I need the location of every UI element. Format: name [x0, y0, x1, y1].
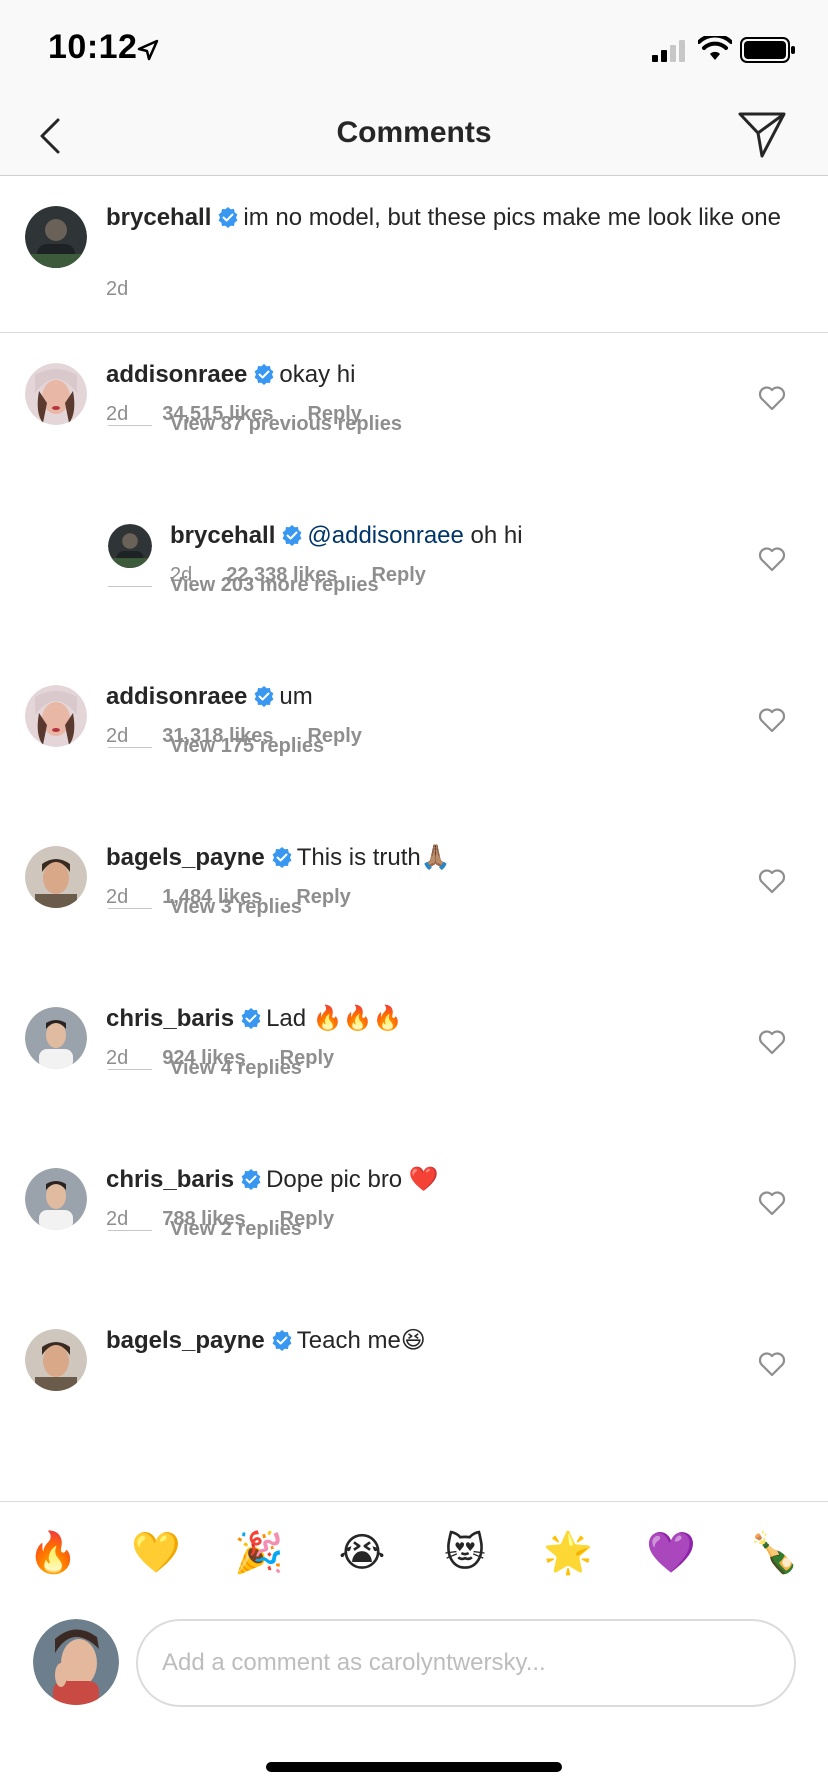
home-indicator	[266, 1762, 562, 1772]
username[interactable]: chris_baris	[106, 1005, 234, 1032]
username[interactable]: addisonraee	[106, 683, 247, 710]
username[interactable]: brycehall	[106, 204, 211, 231]
emoji-party-popper-button[interactable]: 🎉	[234, 1528, 284, 1578]
comment-item: bagels_payne Teach me😆	[0, 1299, 828, 1391]
comment-body: Dope pic bro ❤️	[266, 1166, 439, 1193]
view-replies-label[interactable]: View 4 replies	[170, 1057, 302, 1080]
comment-body: Teach me😆	[296, 1327, 426, 1354]
emoji-champagne-button[interactable]: 🍾	[749, 1528, 799, 1578]
comment-body: okay hi	[279, 361, 356, 388]
view-replies-label[interactable]: View 87 previous replies	[170, 413, 402, 436]
divider	[108, 425, 152, 426]
heart-icon[interactable]	[758, 1351, 786, 1377]
verified-badge-icon	[241, 1008, 261, 1029]
comment-text: addisonraee okay hi	[106, 361, 355, 389]
location-arrow-icon	[137, 39, 159, 61]
avatar[interactable]	[25, 206, 87, 268]
caption-timestamp: 2d	[106, 278, 129, 300]
comment-body: This is truth🙏🏽	[296, 844, 451, 871]
verified-badge-icon	[272, 847, 292, 868]
avatar	[33, 1619, 119, 1705]
view-replies-toggle[interactable]: View 175 replies	[0, 727, 828, 767]
emoji-glowing-star-button[interactable]: 🌟	[543, 1528, 593, 1578]
comment-input[interactable]	[136, 1619, 796, 1707]
comment-text: brycehall @addisonraee oh hi	[170, 522, 523, 550]
verified-badge-icon	[272, 1330, 292, 1351]
status-time: 10:12	[48, 28, 138, 66]
verified-badge-icon	[241, 1169, 261, 1190]
divider	[108, 908, 152, 909]
verified-badge-icon	[254, 686, 274, 707]
verified-badge-icon	[218, 207, 238, 228]
emoji-fire-button[interactable]: 🔥	[28, 1528, 78, 1578]
username[interactable]: addisonraee	[106, 361, 247, 388]
wifi-icon	[698, 36, 732, 60]
comment-text: chris_baris Dope pic bro ❤️	[106, 1166, 439, 1194]
emoji-heart-eyes-cat-button[interactable]: 😻	[440, 1528, 490, 1578]
view-replies-toggle[interactable]: View 4 replies	[0, 1049, 828, 1089]
view-replies-label[interactable]: View 203 more replies	[170, 574, 379, 597]
view-replies-label[interactable]: View 3 replies	[170, 896, 302, 919]
status-bar: 10:12	[0, 0, 828, 100]
divider	[108, 1230, 152, 1231]
battery-icon	[740, 37, 795, 63]
view-replies-toggle[interactable]: View 3 replies	[0, 888, 828, 928]
post-caption: brycehall im no model, but these pics mak…	[0, 176, 828, 333]
username[interactable]: bagels_payne	[106, 844, 265, 871]
divider	[108, 1069, 152, 1070]
direct-share-icon[interactable]	[734, 106, 790, 162]
view-replies-toggle[interactable]: View 2 replies	[0, 1210, 828, 1250]
divider	[108, 747, 152, 748]
view-replies-label[interactable]: View 175 replies	[170, 735, 324, 758]
view-replies-toggle[interactable]: View 87 previous replies	[0, 405, 828, 445]
comment-composer	[0, 1609, 828, 1719]
emoji-crying-button[interactable]: 😭	[337, 1528, 387, 1578]
caption-text: brycehall im no model, but these pics mak…	[106, 204, 786, 232]
comment-text: bagels_payne Teach me😆	[106, 1327, 426, 1355]
comment-body: um	[279, 683, 313, 710]
divider	[108, 586, 152, 587]
page-title: Comments	[336, 116, 492, 149]
avatar[interactable]	[25, 1329, 87, 1391]
comment-body: Lad 🔥🔥🔥	[266, 1005, 403, 1032]
mention-link[interactable]: @addisonraee	[307, 522, 463, 549]
caption-body: im no model, but these pics make me look…	[243, 204, 781, 231]
username[interactable]: chris_baris	[106, 1166, 234, 1193]
emoji-yellow-heart-button[interactable]: 💛	[131, 1528, 181, 1578]
navigation-bar: Comments	[0, 100, 828, 176]
username[interactable]: bagels_payne	[106, 1327, 265, 1354]
emoji-purple-heart-button[interactable]: 💜	[646, 1528, 696, 1578]
comment-text: bagels_payne This is truth🙏🏽	[106, 844, 451, 872]
username[interactable]: brycehall	[170, 522, 275, 549]
verified-badge-icon	[254, 364, 274, 385]
verified-badge-icon	[282, 525, 302, 546]
comments-list[interactable]: addisonraee okay hi 2d 34,515 likes Reply V…	[0, 333, 828, 1501]
avatar[interactable]	[108, 524, 152, 568]
comment-text: addisonraee um	[106, 683, 313, 711]
cellular-signal-icon	[652, 40, 685, 62]
view-replies-label[interactable]: View 2 replies	[170, 1218, 302, 1241]
comment-text: chris_baris Lad 🔥🔥🔥	[106, 1005, 402, 1033]
view-replies-toggle[interactable]: View 203 more replies	[0, 566, 828, 606]
comment-body: oh hi	[470, 522, 523, 549]
emoji-quick-bar: 🔥 💛 🎉 😭 😻 🌟 💜 🍾	[0, 1501, 828, 1609]
